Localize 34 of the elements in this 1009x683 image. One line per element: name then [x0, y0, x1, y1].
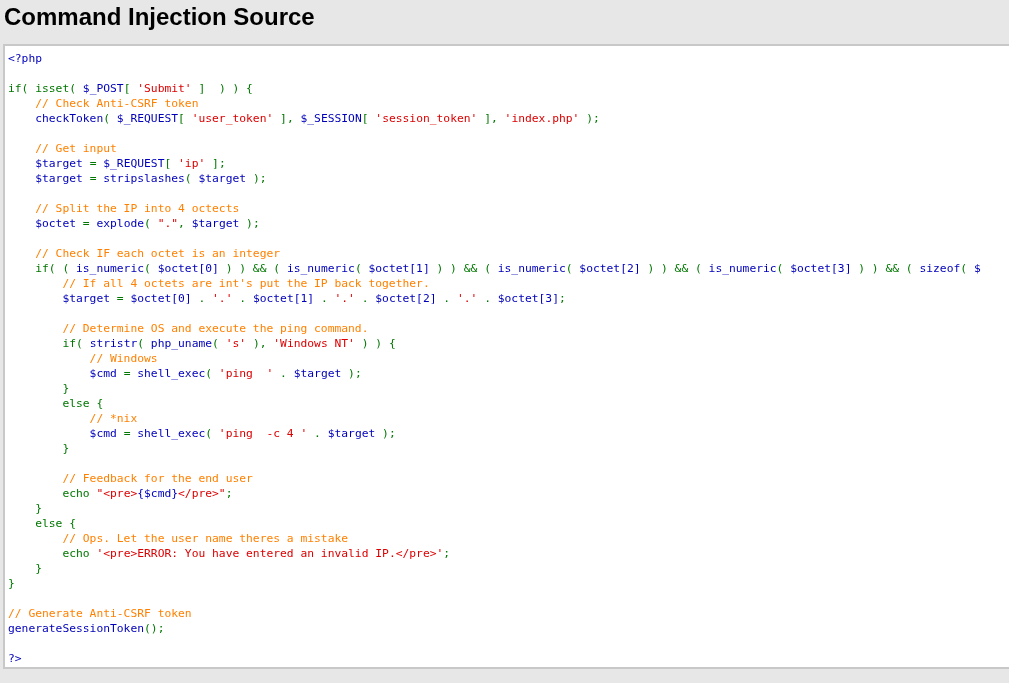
- code-line: }: [34, 561, 43, 576]
- code-line: <?php: [8, 51, 43, 66]
- code-line: checkToken( $_REQUEST[ 'user_token' ], $_SESSION[ 'session_token' ], 'index.php' );: [34, 111, 601, 126]
- code-line: echo "<pre>{$cmd}</pre>";: [61, 486, 234, 501]
- code-line: $cmd = shell_exec( 'ping ' . $target );: [88, 366, 363, 381]
- code-line: echo '<pre>ERROR: You have entered an invalid IP.</pre>';: [61, 546, 452, 561]
- code-line: $cmd = shell_exec( 'ping -c 4 ' . $target );: [88, 426, 397, 441]
- code-line: // Check Anti-CSRF token: [34, 96, 200, 111]
- code-line: if( isset( $_POST[ 'Submit' ] ) ) {: [8, 81, 254, 96]
- code-line: $target = $_REQUEST[ 'ip' ];: [34, 156, 227, 171]
- code-line: // Generate Anti-CSRF token: [8, 606, 193, 621]
- code-line: generateSessionToken();: [8, 621, 166, 636]
- code-line: else {: [61, 396, 105, 411]
- code-line: // Check IF each octet is an integer: [34, 246, 282, 261]
- code-line: // Split the IP into 4 octects: [34, 201, 241, 216]
- code-line: ?>: [8, 651, 23, 666]
- code-line: $target = $octet[0] . '.' . $octet[1] . '.' . $octet[2] . '.' . $octet[3];: [61, 291, 567, 306]
- code-line: if( stristr( php_uname( 's' ), 'Windows NT' ) ) {: [61, 336, 397, 351]
- code-line: // If all 4 octets are int's put the IP back together.: [61, 276, 431, 291]
- code-line: // Get input: [34, 141, 118, 156]
- code-line: }: [61, 441, 71, 456]
- code-line: $target = stripslashes( $target );: [34, 171, 268, 186]
- code-line: // Determine OS and execute the ping command.: [61, 321, 370, 336]
- code-line: if( ( is_numeric( $octet[0] ) ) && ( is_numeric( $octet[1] ) ) && ( is_numeric( $octet[2] ) ) && ( is_numeric( $octet[3] ) ) && ( sizeof( $: [34, 261, 982, 276]
- code-line: // Feedback for the end user: [61, 471, 254, 486]
- code-line: }: [34, 501, 43, 516]
- page-title: Command Injection Source: [3, 2, 316, 32]
- code-line: else {: [34, 516, 77, 531]
- code-line: // *nix: [88, 411, 139, 426]
- code-line: $octet = explode( ".", $target );: [34, 216, 261, 231]
- code-line: }: [61, 381, 71, 396]
- code-line: // Windows: [88, 351, 159, 366]
- code-line: // Ops. Let the user name theres a mistake: [61, 531, 350, 546]
- code-line: }: [8, 576, 16, 591]
